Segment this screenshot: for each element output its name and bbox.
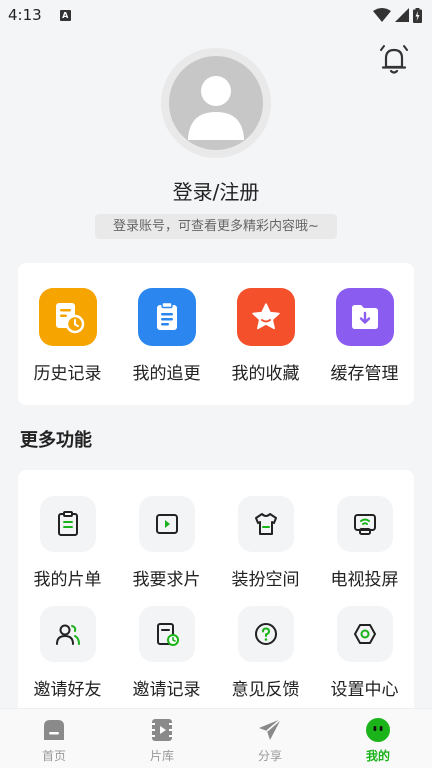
quick-actions-card: 历史记录 我的追更 我的收藏 缓存管理 xyxy=(18,263,414,405)
home-icon xyxy=(44,720,64,740)
more-features-title: 更多功能 xyxy=(20,430,92,451)
tab-home[interactable]: 首页 xyxy=(0,709,108,768)
notification-bell-button[interactable] xyxy=(380,44,408,76)
more-item-label: 意见反馈 xyxy=(231,680,300,700)
invite-record-icon xyxy=(138,606,195,662)
quick-action-label: 我的追更 xyxy=(132,364,201,384)
tab-share[interactable]: 分享 xyxy=(216,709,324,768)
profile-icon xyxy=(366,718,390,742)
user-placeholder-icon xyxy=(188,76,244,140)
favorites-button[interactable]: 我的收藏 xyxy=(221,288,311,384)
more-item-label: 电视投屏 xyxy=(330,570,399,590)
more-item-label: 邀请好友 xyxy=(33,680,102,700)
tab-label: 我的 xyxy=(365,749,390,763)
tv-cast-button[interactable]: 电视投屏 xyxy=(315,496,414,606)
more-item-label: 我要求片 xyxy=(132,570,201,590)
dress-up-space-button[interactable]: 装扮空间 xyxy=(216,496,315,606)
bottom-tab-bar: 首页 片库 分享 我的 xyxy=(0,708,432,768)
signal-icon xyxy=(395,8,409,22)
tv-cast-icon xyxy=(336,496,393,552)
tab-profile[interactable]: 我的 xyxy=(324,709,432,768)
bell-icon xyxy=(380,45,408,74)
star-icon xyxy=(236,288,295,346)
my-playlist-button[interactable]: 我的片单 xyxy=(18,496,117,606)
more-item-label: 装扮空间 xyxy=(231,570,300,590)
shirt-icon xyxy=(237,496,294,552)
request-video-button[interactable]: 我要求片 xyxy=(117,496,216,606)
login-hint-text: 登录账号，可查看更多精彩内容哦~ xyxy=(95,214,337,239)
history-icon xyxy=(38,288,97,346)
more-item-label: 我的片单 xyxy=(33,570,102,590)
more-item-label: 邀请记录 xyxy=(132,680,201,700)
notification-badge-icon: A xyxy=(59,9,71,21)
more-features-card: 我的片单 我要求片 装扮空间 电视投屏 邀请好友 邀请记录 意见反馈 设置中心 xyxy=(18,470,414,720)
quick-action-label: 缓存管理 xyxy=(330,364,399,384)
playlist-icon xyxy=(39,496,96,552)
history-button[interactable]: 历史记录 xyxy=(23,288,113,384)
invite-friends-button[interactable]: 邀请好友 xyxy=(18,606,117,716)
wifi-icon xyxy=(373,8,391,22)
status-bar: 4:13 A xyxy=(0,0,432,30)
follow-updates-button[interactable]: 我的追更 xyxy=(122,288,212,384)
invite-friends-icon xyxy=(39,606,96,662)
invite-record-button[interactable]: 邀请记录 xyxy=(117,606,216,716)
avatar-button[interactable] xyxy=(161,48,271,158)
download-folder-icon xyxy=(335,288,394,346)
share-icon xyxy=(259,718,282,740)
request-video-icon xyxy=(138,496,195,552)
follow-update-icon xyxy=(137,288,196,346)
quick-action-label: 历史记录 xyxy=(33,364,102,384)
avatar xyxy=(169,56,263,150)
login-register-link[interactable]: 登录/注册 xyxy=(0,176,432,205)
feedback-icon xyxy=(237,606,294,662)
feedback-button[interactable]: 意见反馈 xyxy=(216,606,315,716)
settings-center-button[interactable]: 设置中心 xyxy=(315,606,414,716)
settings-icon xyxy=(336,606,393,662)
cache-management-button[interactable]: 缓存管理 xyxy=(320,288,410,384)
library-icon xyxy=(152,719,172,741)
status-time: 4:13 xyxy=(8,6,42,24)
tab-label: 分享 xyxy=(257,749,282,763)
battery-icon xyxy=(413,7,422,23)
tab-library[interactable]: 片库 xyxy=(108,709,216,768)
quick-action-label: 我的收藏 xyxy=(231,364,300,384)
tab-label: 首页 xyxy=(41,749,66,763)
more-item-label: 设置中心 xyxy=(330,680,399,700)
tab-label: 片库 xyxy=(149,749,174,763)
